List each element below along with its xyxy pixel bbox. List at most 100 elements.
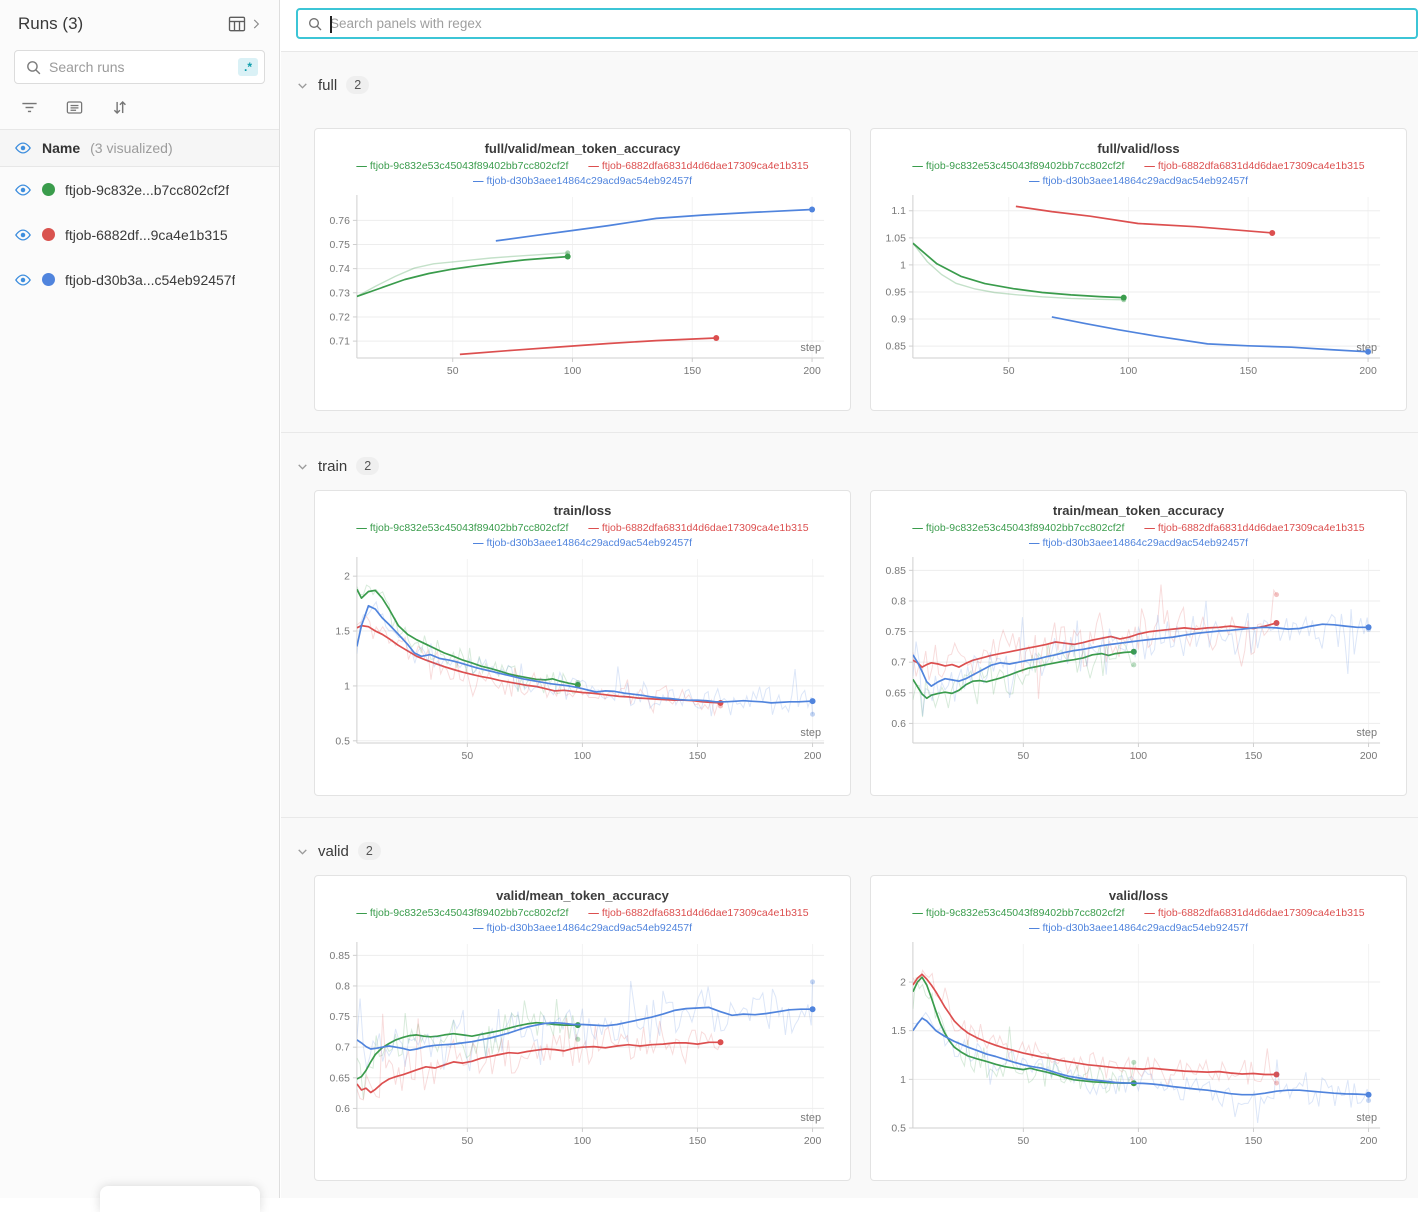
- svg-text:50: 50: [462, 751, 474, 762]
- chart-canvas[interactable]: 0.850.90.9511.051.150100150200step: [883, 191, 1394, 384]
- search-runs-input[interactable]: [49, 59, 238, 75]
- legend-entry: —ftjob-d30b3aee14864c29acd9ac54eb92457f: [473, 536, 692, 551]
- legend-swatch: —: [912, 522, 922, 534]
- section-header-full[interactable]: full 2: [296, 72, 1407, 98]
- svg-text:step: step: [800, 727, 821, 739]
- legend-entry: —ftjob-6882dfa6831d4d6dae17309ca4e1b315: [1144, 906, 1364, 921]
- legend-entry: —ftjob-9c832e53c45043f89402bb7cc802cf2f: [356, 159, 568, 174]
- svg-text:0.6: 0.6: [891, 719, 906, 730]
- chart-canvas[interactable]: 0.60.650.70.750.80.8550100150200step: [883, 553, 1394, 769]
- legend-entry: —ftjob-9c832e53c45043f89402bb7cc802cf2f: [912, 159, 1124, 174]
- svg-text:0.95: 0.95: [886, 288, 907, 299]
- section-header-train[interactable]: train2: [296, 453, 1407, 479]
- svg-text:50: 50: [447, 366, 459, 377]
- runs-sidebar: Runs (3) .*: [0, 0, 280, 1198]
- svg-text:200: 200: [804, 1136, 822, 1147]
- eye-icon[interactable]: [14, 181, 32, 199]
- chart-canvas[interactable]: 0.710.720.730.740.750.7650100150200step: [327, 191, 838, 384]
- svg-text:step: step: [1356, 1112, 1377, 1124]
- legend-entry: —ftjob-6882dfa6831d4d6dae17309ca4e1b315: [588, 521, 808, 536]
- chart-canvas[interactable]: 0.60.650.70.750.80.8550100150200step: [327, 938, 838, 1154]
- section-count-badge: 2: [346, 76, 369, 95]
- legend-entry: —ftjob-d30b3aee14864c29acd9ac54eb92457f: [473, 921, 692, 936]
- search-panels-box[interactable]: [296, 8, 1418, 39]
- svg-text:0.76: 0.76: [330, 216, 351, 227]
- legend-swatch: —: [912, 907, 922, 919]
- svg-text:50: 50: [1018, 751, 1030, 762]
- chart-panel-valid-loss[interactable]: valid/loss —ftjob-9c832e53c45043f89402bb7…: [870, 875, 1407, 1181]
- svg-text:0.5: 0.5: [891, 1124, 906, 1135]
- legend-entry: —ftjob-d30b3aee14864c29acd9ac54eb92457f: [1029, 921, 1248, 936]
- legend-swatch: —: [356, 522, 366, 534]
- svg-text:1.05: 1.05: [886, 234, 907, 245]
- section-label: full: [318, 77, 337, 94]
- name-column-label: Name: [42, 140, 80, 156]
- run-row[interactable]: ftjob-9c832e...b7cc802cf2f: [0, 167, 279, 212]
- regex-toggle[interactable]: .*: [238, 58, 258, 76]
- svg-text:0.75: 0.75: [886, 627, 907, 638]
- svg-text:step: step: [1356, 727, 1377, 739]
- svg-text:50: 50: [1003, 366, 1015, 377]
- chart-panel-full-valid-loss[interactable]: full/valid/loss —ftjob-9c832e53c45043f894…: [870, 128, 1407, 411]
- sort-icon[interactable]: [110, 98, 129, 117]
- svg-text:150: 150: [689, 1136, 707, 1147]
- runs-table-icon[interactable]: [227, 14, 247, 34]
- svg-text:100: 100: [574, 751, 592, 762]
- svg-text:150: 150: [1245, 1136, 1263, 1147]
- eye-icon[interactable]: [14, 139, 32, 157]
- chart-title: full/valid/loss: [883, 141, 1394, 156]
- svg-text:50: 50: [1018, 1136, 1030, 1147]
- svg-text:0.7: 0.7: [891, 658, 906, 669]
- svg-text:0.75: 0.75: [330, 1012, 351, 1023]
- run-row[interactable]: ftjob-d30b3a...c54eb92457f: [0, 257, 279, 302]
- svg-text:0.6: 0.6: [335, 1104, 350, 1115]
- section-label: valid: [318, 843, 349, 860]
- chart-panel-valid-mean_token_accuracy[interactable]: valid/mean_token_accuracy—ftjob-9c832e53…: [314, 875, 851, 1181]
- chart-legend: —ftjob-9c832e53c45043f89402bb7cc802cf2f—…: [327, 906, 838, 936]
- svg-text:150: 150: [684, 366, 702, 377]
- chart-legend: —ftjob-9c832e53c45043f89402bb7cc802cf2f—…: [883, 159, 1394, 189]
- chart-canvas[interactable]: 0.511.5250100150200step: [327, 553, 838, 769]
- svg-text:0.8: 0.8: [891, 597, 906, 608]
- search-icon: [25, 59, 42, 76]
- eye-icon[interactable]: [14, 226, 32, 244]
- filter-icon[interactable]: [20, 98, 39, 117]
- svg-text:150: 150: [689, 751, 707, 762]
- svg-text:step: step: [800, 342, 821, 354]
- svg-text:200: 200: [1360, 751, 1378, 762]
- chevron-right-icon[interactable]: [249, 17, 263, 31]
- chart-panel-full-valid-mean_token_accuracy[interactable]: full/valid/mean_token_accuracy —ftjob-9c8…: [314, 128, 851, 411]
- legend-swatch: —: [1029, 922, 1039, 934]
- chevron-down-icon: [296, 460, 309, 473]
- svg-text:1.1: 1.1: [891, 207, 906, 218]
- visualized-count: (3 visualized): [90, 140, 172, 156]
- svg-text:0.74: 0.74: [330, 265, 351, 276]
- search-panels-input[interactable]: [330, 16, 1408, 31]
- chart-title: valid/loss: [883, 888, 1394, 903]
- run-name: ftjob-9c832e...b7cc802cf2f: [65, 182, 229, 198]
- section-train: train2 train/loss—ftjob-9c832e53c45043f89…: [281, 433, 1418, 818]
- run-row[interactable]: ftjob-6882df...9ca4e1b315: [0, 212, 279, 257]
- chart-panel-train-mean_token_accuracy[interactable]: train/mean_token_accuracy—ftjob-9c832e53…: [870, 490, 1407, 796]
- section-label: train: [318, 458, 347, 475]
- legend-swatch: —: [588, 522, 598, 534]
- chart-title: full/valid/mean_token_accuracy: [327, 141, 838, 156]
- legend-swatch: —: [1029, 537, 1039, 549]
- run-name: ftjob-6882df...9ca4e1b315: [65, 227, 228, 243]
- section-header-valid[interactable]: valid2: [296, 838, 1407, 864]
- chart-canvas[interactable]: 0.511.5250100150200step: [883, 938, 1394, 1154]
- panels-area: full 2 full/valid/mean_token_accuracy —ftjo…: [281, 0, 1418, 1198]
- eye-icon[interactable]: [14, 271, 32, 289]
- legend-swatch: —: [356, 160, 366, 172]
- chart-panel-train-loss[interactable]: train/loss—ftjob-9c832e53c45043f89402bb7…: [314, 490, 851, 796]
- legend-entry: —ftjob-9c832e53c45043f89402bb7cc802cf2f: [912, 521, 1124, 536]
- svg-text:200: 200: [804, 751, 822, 762]
- search-runs-box[interactable]: .*: [14, 50, 265, 84]
- search-icon: [307, 16, 323, 32]
- run-color-dot: [42, 228, 55, 241]
- columns-icon[interactable]: [65, 98, 84, 117]
- svg-text:0.71: 0.71: [330, 337, 351, 348]
- chevron-down-icon: [296, 845, 309, 858]
- chart-legend: —ftjob-9c832e53c45043f89402bb7cc802cf2f—…: [327, 521, 838, 551]
- legend-entry: —ftjob-9c832e53c45043f89402bb7cc802cf2f: [912, 906, 1124, 921]
